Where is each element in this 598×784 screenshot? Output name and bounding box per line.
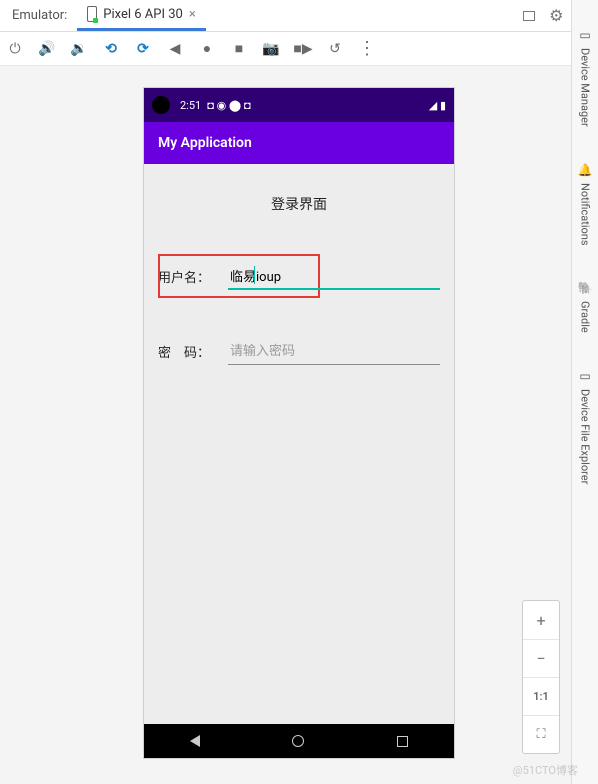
status-time: 2:51: [180, 99, 201, 112]
rotate-right-icon[interactable]: ⟳: [134, 40, 152, 58]
tab-bar: Emulator: Pixel 6 API 30 × ⚙ —: [0, 0, 598, 32]
app-title: My Application: [158, 135, 252, 151]
volume-down-icon[interactable]: 🔉: [70, 40, 88, 58]
device-manager-icon: ▭: [579, 28, 590, 42]
emulator-label: Emulator:: [8, 8, 77, 23]
password-row: 密 码：: [158, 340, 440, 365]
app-screen: 登录界面 用户名： 密 码：: [144, 164, 454, 724]
rotate-left-icon[interactable]: ⟲: [102, 40, 120, 58]
nav-recents-icon[interactable]: [397, 736, 408, 747]
page-title: 登录界面: [158, 194, 440, 214]
gradle-icon: 🐘: [578, 281, 593, 295]
window-icon[interactable]: [523, 11, 535, 21]
camera-hole-icon: [152, 96, 170, 114]
zoom-panel: + − 1:1 ⛶: [522, 600, 560, 754]
record-icon[interactable]: ●: [198, 40, 216, 58]
status-bar: 2:51 ◘ ◉ ⬤ ◘ ◢ ▮: [144, 88, 454, 122]
zoom-out-button[interactable]: −: [523, 639, 559, 677]
zoom-fit-button[interactable]: ⛶: [523, 715, 559, 753]
zoom-in-button[interactable]: +: [523, 601, 559, 639]
video-icon[interactable]: ■▶: [294, 40, 312, 58]
username-row: 用户名：: [158, 264, 440, 290]
tool-rail: ▭ Device Manager 🔔 Notifications 🐘 Gradl…: [571, 0, 598, 784]
emulator-stage: 2:51 ◘ ◉ ⬤ ◘ ◢ ▮ My Application 登录界面 用户名…: [0, 66, 598, 784]
emulator-toolbar: ⏻ 🔊 🔉 ⟲ ⟳ ◀ ● ■ 📷 ■▶ ↺ ⋮: [0, 32, 598, 66]
zoom-actual-button[interactable]: 1:1: [523, 677, 559, 715]
bell-icon: 🔔: [578, 163, 593, 177]
android-navbar: [144, 724, 454, 758]
device-tab[interactable]: Pixel 6 API 30 ×: [77, 0, 206, 31]
watermark: @51CTO博客: [513, 762, 578, 778]
rail-device-manager[interactable]: ▭ Device Manager: [579, 28, 592, 127]
camera-icon[interactable]: 📷: [262, 40, 280, 58]
status-signal: ◢ ▮: [429, 99, 446, 112]
app-bar: My Application: [144, 122, 454, 164]
phone-icon: [87, 6, 97, 22]
device-frame: 2:51 ◘ ◉ ⬤ ◘ ◢ ▮ My Application 登录界面 用户名…: [144, 88, 454, 758]
username-input[interactable]: [228, 264, 440, 290]
password-input[interactable]: [228, 340, 440, 365]
rail-device-file-explorer[interactable]: ▭ Device File Explorer: [579, 369, 592, 484]
close-icon[interactable]: ×: [189, 7, 196, 22]
rail-notifications[interactable]: 🔔 Notifications: [578, 163, 593, 246]
back-icon[interactable]: ◀: [166, 40, 184, 58]
password-label: 密 码：: [158, 342, 218, 365]
gear-icon[interactable]: ⚙: [549, 6, 563, 25]
device-tab-label: Pixel 6 API 30: [103, 7, 183, 22]
more-icon[interactable]: ⋮: [358, 40, 376, 58]
nav-home-icon[interactable]: [292, 735, 304, 747]
text-cursor: [254, 266, 255, 284]
status-indicators: ◘ ◉ ⬤ ◘: [207, 99, 250, 112]
username-label: 用户名：: [158, 267, 218, 290]
rail-gradle[interactable]: 🐘 Gradle: [578, 281, 593, 333]
stop-icon[interactable]: ■: [230, 40, 248, 58]
nav-back-icon[interactable]: [190, 735, 200, 747]
volume-up-icon[interactable]: 🔊: [38, 40, 56, 58]
history-icon[interactable]: ↺: [326, 40, 344, 58]
power-icon[interactable]: ⏻: [6, 40, 24, 58]
file-explorer-icon: ▭: [579, 369, 590, 383]
